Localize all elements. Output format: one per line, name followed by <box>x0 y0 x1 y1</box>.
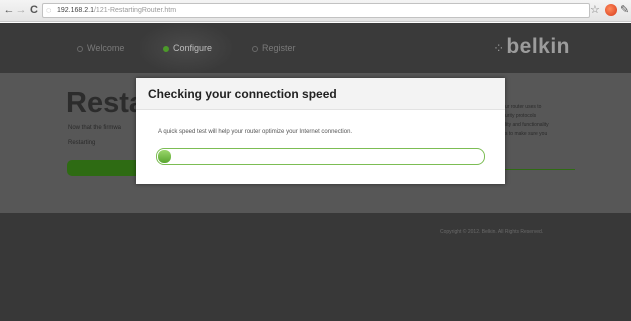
background-progress-bar <box>67 160 145 176</box>
step-welcome-label: Welcome <box>87 43 125 53</box>
step-register-label: Register <box>262 43 296 53</box>
logo-text: belkin <box>506 35 571 58</box>
url-text: 192.168.2.1/121-RestartingRouter.htm <box>57 4 176 17</box>
restarting-label: Restarting <box>68 140 96 146</box>
step-configure-label: Configure <box>173 43 213 53</box>
side-divider <box>505 169 575 170</box>
copyright-text: Copyright © 2012. Belkin. All Rights Res… <box>440 229 544 235</box>
back-arrow-icon[interactable]: ← <box>3 3 15 17</box>
speed-check-dialog: Checking your connection speed A quick s… <box>136 78 505 184</box>
extension-icon[interactable] <box>605 4 617 16</box>
step-dot-icon <box>163 45 169 52</box>
forward-arrow-icon[interactable]: → <box>15 3 27 17</box>
page-footer: Copyright © 2012. Belkin. All Rights Res… <box>0 213 631 321</box>
belkin-logo-icon: ·:· <box>494 40 503 54</box>
reload-icon[interactable]: C <box>28 3 40 17</box>
dialog-title: Checking your connection speed <box>148 87 337 101</box>
dialog-message: A quick speed test will help your router… <box>158 129 353 135</box>
wrench-icon[interactable]: ✎ <box>620 3 629 17</box>
step-welcome: Welcome <box>77 42 124 54</box>
side-info-text: ur router uses to urity protocols lity a… <box>505 104 549 137</box>
step-dot-icon <box>77 45 83 52</box>
url-path: /121-RestartingRouter.htm <box>93 7 177 14</box>
star-icon[interactable]: ☆ <box>590 3 600 17</box>
page-subtext: Now that the firmwa <box>68 125 122 131</box>
speed-progress-bar <box>156 148 485 165</box>
url-host: 192.168.2.1 <box>57 7 94 14</box>
page-icon: ◌ <box>46 5 52 15</box>
belkin-logo: ·:· belkin <box>494 35 570 59</box>
step-register: Register <box>252 42 296 54</box>
browser-toolbar: ← → C ◌ 192.168.2.1/121-RestartingRouter… <box>0 0 631 22</box>
step-dot-icon <box>252 45 258 52</box>
setup-header: Welcome Configure Register ·:· belkin <box>0 23 631 73</box>
step-configure: Configure <box>163 42 212 54</box>
progress-fill <box>158 150 171 163</box>
address-bar[interactable]: ◌ 192.168.2.1/121-RestartingRouter.htm <box>42 3 590 18</box>
dialog-title-bar: Checking your connection speed <box>136 78 505 110</box>
